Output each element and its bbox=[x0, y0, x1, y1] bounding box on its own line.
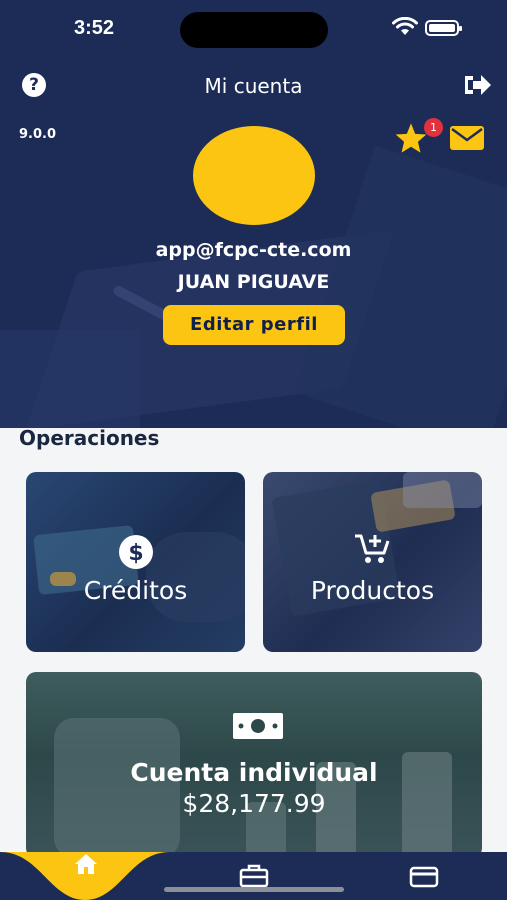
star-icon[interactable] bbox=[394, 122, 428, 154]
svg-text:$: $ bbox=[128, 541, 143, 566]
home-indicator bbox=[164, 887, 344, 892]
creditos-card[interactable]: $ Créditos bbox=[26, 472, 245, 652]
productos-label: Productos bbox=[310, 576, 435, 605]
card-background-decoration bbox=[54, 718, 180, 858]
cuenta-individual-amount: $28,177.99 bbox=[182, 789, 326, 818]
notification-badge: 1 bbox=[424, 118, 443, 137]
header-background-decoration bbox=[0, 330, 140, 428]
logout-icon[interactable] bbox=[462, 72, 492, 98]
battery-icon bbox=[425, 20, 462, 36]
dynamic-island bbox=[180, 12, 328, 48]
user-name: JUAN PIGUAVE bbox=[177, 271, 330, 293]
operations-section-title: Operaciones bbox=[19, 426, 160, 450]
edit-profile-button[interactable]: Editar perfil bbox=[163, 305, 345, 345]
avatar[interactable] bbox=[193, 126, 315, 225]
profile-header: 3:52 ? Mi cuenta 9.0.0 1 app@fcpc-cte.co… bbox=[0, 0, 507, 428]
home-icon[interactable] bbox=[73, 852, 99, 876]
briefcase-icon[interactable] bbox=[239, 864, 269, 888]
card-background-decoration bbox=[403, 472, 482, 508]
cart-plus-icon bbox=[355, 534, 390, 563]
mail-icon[interactable] bbox=[449, 125, 485, 151]
app-version: 9.0.0 bbox=[19, 127, 57, 142]
active-tab-indicator bbox=[0, 852, 170, 900]
credit-card-icon[interactable] bbox=[409, 866, 439, 888]
wifi-icon bbox=[392, 17, 418, 35]
status-time: 3:52 bbox=[74, 17, 115, 39]
creditos-label: Créditos bbox=[83, 576, 188, 605]
dollar-circle-icon: $ bbox=[119, 535, 153, 569]
cuenta-individual-label: Cuenta individual bbox=[130, 758, 378, 787]
money-bill-icon bbox=[233, 713, 283, 739]
page-title: Mi cuenta bbox=[204, 74, 303, 98]
status-bar: 3:52 bbox=[0, 0, 507, 60]
productos-card[interactable]: Productos bbox=[263, 472, 482, 652]
user-email: app@fcpc-cte.com bbox=[155, 239, 352, 261]
